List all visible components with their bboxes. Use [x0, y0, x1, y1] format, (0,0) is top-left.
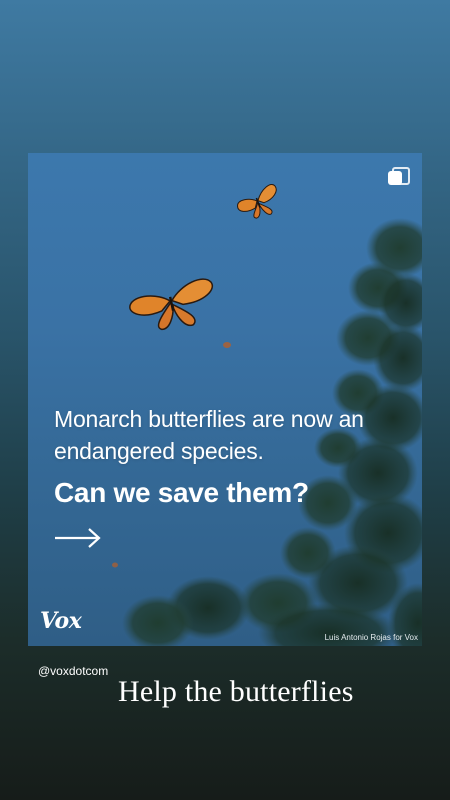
carousel-icon	[388, 167, 410, 189]
account-handle[interactable]: @voxdotcom	[38, 664, 108, 678]
butterfly-blur-low	[112, 562, 118, 568]
photo-credit: Luis Antonio Rojas for Vox	[324, 633, 418, 642]
post-photo	[112, 184, 422, 646]
post-headline: Monarch butterflies are now an endangere…	[54, 406, 364, 464]
shared-post-card[interactable]: Monarch butterflies are now an endangere…	[28, 153, 422, 646]
butterfly-small	[237, 184, 277, 219]
story-screen: Monarch butterflies are now an endangere…	[0, 0, 450, 800]
arrow-right-icon	[55, 528, 101, 548]
story-caption: Help the butterflies	[118, 675, 354, 708]
butterfly-large	[129, 278, 214, 331]
post-question: Can we save them?	[54, 477, 309, 508]
butterfly-blur	[223, 342, 231, 348]
vox-logo: Vox	[40, 608, 82, 634]
